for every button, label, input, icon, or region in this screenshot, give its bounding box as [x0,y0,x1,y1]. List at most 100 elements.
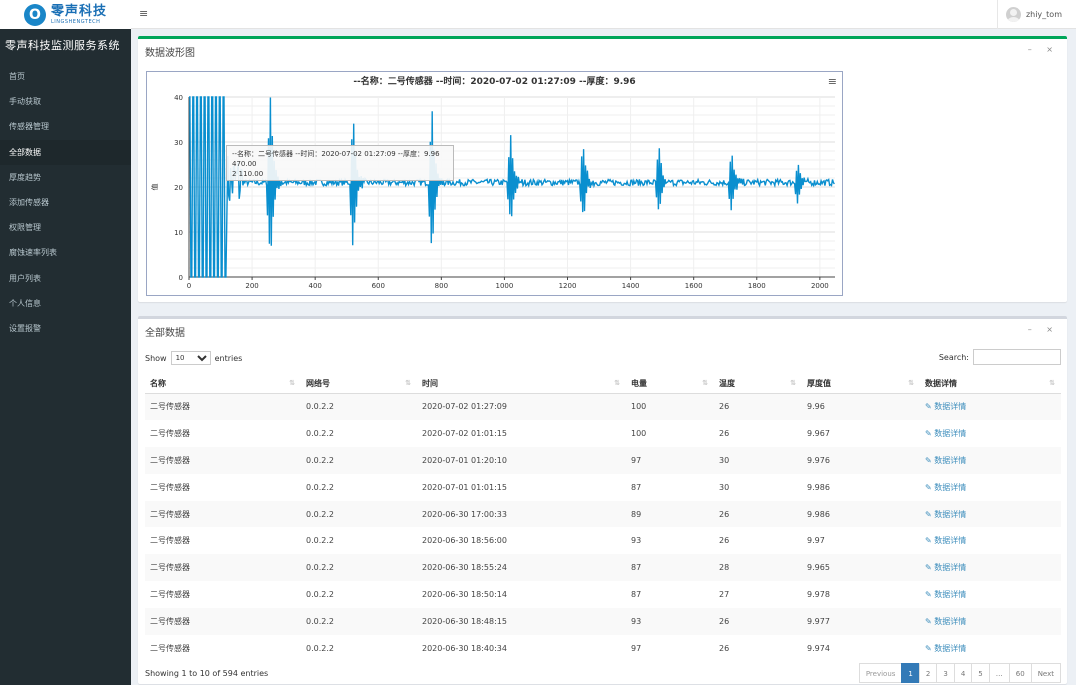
table-cell[interactable]: ✎ 数据详情 [920,393,1061,420]
table-cell[interactable]: ✎ 数据详情 [920,420,1061,447]
table-cell[interactable]: ✎ 数据详情 [920,635,1061,662]
sidebar-item[interactable]: 用户列表 [0,266,131,291]
page-button[interactable]: 60 [1008,663,1032,683]
edit-icon: ✎ [925,536,935,546]
sidebar-item[interactable]: 腐蚀速率列表 [0,240,131,265]
column-header[interactable]: 名称 ⇅ [145,375,301,394]
table-cell: 0.0.2.2 [306,617,334,627]
table-cell: 26 [719,536,730,546]
page-button[interactable]: … [988,663,1010,683]
page-button[interactable]: Next [1030,663,1061,683]
table-cell[interactable]: ✎ 数据详情 [920,474,1061,501]
table-cell: 97 [631,643,642,653]
table-cell: 2020-07-01 01:20:10 [422,455,507,465]
table-cell: 0.0.2.2 [306,590,334,600]
column-header[interactable]: 温度 ⇅ [714,375,802,394]
top-navbar: ≡ zhiy_tom [131,0,1076,29]
table-cell: 二号传感器 [150,563,190,573]
sort-icon: ⇅ [1049,379,1055,387]
pagination: Previous 1 2 3 4 5… 60 Next [858,663,1061,683]
panel-tools[interactable]: – × [1028,45,1059,54]
table-row: 二号传感器 0.0.2.2 2020-06-30 18:50:14 87 27 9.978… [145,581,1061,608]
table-cell: 89 [631,509,642,519]
table-cell: 100 [631,402,647,412]
table-cell[interactable]: ✎ 数据详情 [920,608,1061,635]
table-cell: 二号传感器 [150,455,190,465]
brand-sub: LINGSHENGTECH [50,18,101,25]
sort-icon: ⇅ [614,379,620,387]
table-cell: 9.974 [807,643,830,653]
table-cell: 93 [631,536,642,546]
page-length-select[interactable]: 10 [170,351,211,365]
column-header[interactable]: 厚度值 ⇅ [802,375,920,394]
sidebar-item[interactable]: 传感器管理 [0,114,131,139]
x-tick-label: 800 [435,282,448,290]
page-button[interactable]: 1 [901,663,920,683]
sidebar-item[interactable]: 设置报警 [0,316,131,341]
x-tick-label: 1400 [622,282,640,290]
x-tick-label: 2000 [811,282,829,290]
table-cell: 0.0.2.2 [306,643,334,653]
table-cell: 2020-07-02 01:27:09 [422,402,507,412]
logo-icon: O [23,3,46,26]
table-cell: 二号传感器 [150,643,190,653]
x-tick-label: 0 [187,282,191,290]
sidebar-item[interactable]: 全部数据 [0,139,131,165]
page-button[interactable]: 4 [953,663,973,683]
table-row: 二号传感器 0.0.2.2 2020-06-30 17:00:33 89 26 9.986… [145,500,1061,528]
page-button[interactable]: 2 [918,663,938,683]
panel-title: 数据波形图 [145,48,195,59]
table-cell: 0.0.2.2 [306,536,334,546]
y-axis-label: 值 [150,184,159,191]
logo[interactable]: O 零声科技 LINGSHENGTECH [0,0,131,29]
table-cell: 30 [719,482,730,492]
table-cell: 2020-06-30 18:48:15 [422,617,507,627]
sidebar-item[interactable]: 厚度趋势 [0,165,131,190]
column-header[interactable]: 时间 ⇅ [417,375,626,394]
x-tick-label: 1800 [748,282,766,290]
waveform-chart: 0 200 400 600 800 1000 1200 1400 1600 1800 2000 0 10… [146,71,843,296]
sidebar-item[interactable]: 首页 [0,64,131,89]
column-header[interactable]: 网络号 ⇅ [301,375,417,394]
sidebar-toggle-icon[interactable]: ≡ [139,7,148,20]
page-button[interactable]: 5 [971,663,990,683]
edit-icon: ✎ [925,617,935,627]
sidebar-item[interactable]: 个人信息 [0,291,131,316]
y-tick-label: 40 [174,94,183,102]
table-cell[interactable]: ✎ 数据详情 [920,527,1061,554]
table-cell[interactable]: ✎ 数据详情 [920,447,1061,474]
table-cell[interactable]: ✎ 数据详情 [920,581,1061,608]
chart-menu-icon[interactable]: ≡ [828,75,837,88]
edit-icon: ✎ [925,563,935,573]
table-cell: 2020-06-30 18:50:14 [422,590,507,600]
table-row: 二号传感器 0.0.2.2 2020-06-30 18:55:24 87 28 9.965… [145,554,1061,582]
sidebar-item[interactable]: 手动获取 [0,89,131,114]
panel-tools[interactable]: – × [1028,325,1059,334]
page-button[interactable]: 3 [936,663,955,683]
table-cell: 2020-07-02 01:01:15 [422,428,507,438]
table-cell[interactable]: ✎ 数据详情 [920,501,1061,528]
sidebar-item[interactable]: 权限管理 [0,215,131,240]
table-cell: 0.0.2.2 [306,428,334,438]
column-header[interactable]: 数据详情 ⇅ [920,375,1061,394]
page-button[interactable]: Previous [858,663,903,683]
y-tick-label: 20 [174,184,183,192]
table-row: 二号传感器 0.0.2.2 2020-06-30 18:40:34 97 26 9.974… [145,635,1061,662]
user-menu[interactable]: zhiy_tom [996,0,1076,29]
y-tick-label: 30 [174,139,183,147]
table-cell: 9.967 [807,428,830,438]
table-row: 二号传感器 0.0.2.2 2020-07-02 01:27:09 100 26 9.96… [145,393,1061,420]
column-header[interactable]: 电量 ⇅ [626,375,714,394]
search-label: Search: [938,352,969,362]
app: O 零声科技 LINGSHENGTECH ≡ zhiy_tom 零声科技监测服务… [0,0,1076,685]
tooltip-line-3: 2 110.00 [232,170,264,178]
table-cell: 9.976 [807,455,830,465]
username: zhiy_tom [1025,10,1062,19]
table-cell: 二号传感器 [150,590,190,600]
table-cell[interactable]: ✎ 数据详情 [920,554,1061,581]
table-cell: 97 [631,455,642,465]
system-title: 零声科技监测服务系统 [5,39,120,52]
chart-svg: 0 200 400 600 800 1000 1200 1400 1600 1800 2000 0 10… [150,94,835,290]
sidebar-item[interactable]: 添加传感器 [0,190,131,215]
search-input[interactable] [973,349,1061,365]
